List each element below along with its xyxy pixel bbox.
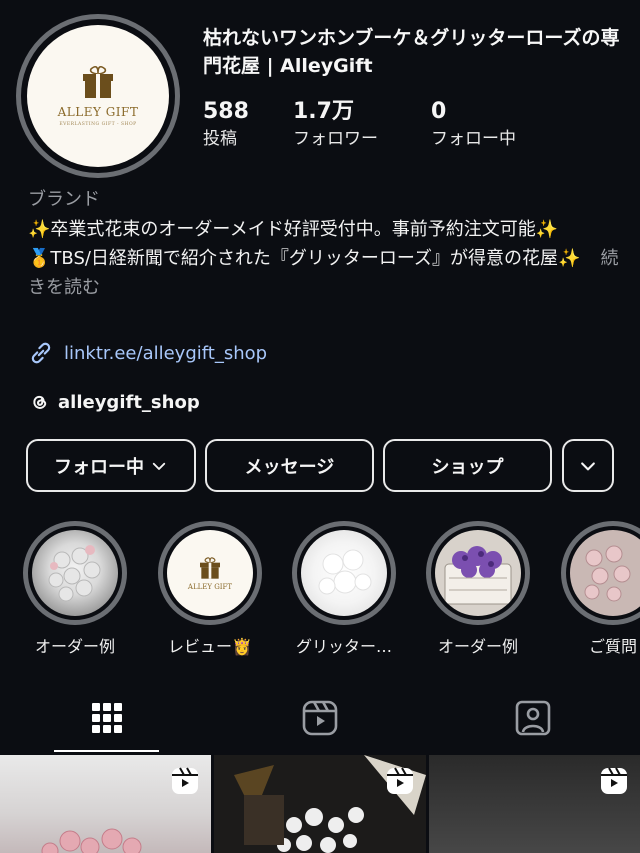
bio-line-2: 🥇TBS/日経新聞で紹介された『グリッターローズ』が得意の花屋✨ 続きを読む — [28, 244, 628, 302]
highlight-ring: ALLEY GIFT — [158, 521, 262, 625]
profile-bio: ✨卒業式花束のオーダーメイド好評受付中。事前予約注文可能✨ 🥇TBS/日経新聞で… — [28, 215, 628, 302]
following-label: フォロー中 — [431, 129, 516, 149]
reel-badge-icon — [601, 767, 627, 794]
tab-tagged[interactable] — [503, 692, 563, 744]
highlight-cover — [570, 530, 640, 616]
post-tile[interactable] — [429, 755, 640, 853]
highlight-label: オーダー例 — [437, 637, 518, 656]
profile-name: 枯れないワンホンブーケ＆グリッターローズの専門花屋 | AlleyGift — [203, 27, 620, 77]
threads-badge[interactable]: alleygift_shop — [28, 391, 200, 413]
tagged-icon — [515, 700, 551, 736]
avatar-image: ALLEY GIFT EVERLASTING GIFT - SHOP — [27, 25, 169, 167]
gift-box-icon — [200, 556, 220, 579]
bio-line-2-text: 🥇TBS/日経新聞で紹介された『グリッターローズ』が得意の花屋✨ — [28, 248, 581, 269]
posts-label: 投稿 — [203, 129, 237, 149]
threads-icon — [33, 395, 47, 409]
gift-box-icon — [83, 65, 113, 98]
stat-posts[interactable]: 588 投稿 — [203, 98, 293, 152]
message-button[interactable]: メッセージ — [205, 439, 374, 492]
highlight-item[interactable]: オーダー例 — [426, 521, 530, 657]
followers-label: フォロワー — [293, 129, 378, 149]
suggested-accounts-button[interactable] — [562, 439, 614, 492]
reel-badge-icon — [387, 767, 413, 794]
post-tile[interactable] — [214, 755, 426, 853]
profile-category: ブランド — [28, 189, 100, 210]
bio-link[interactable]: linktr.ee/alleygift_shop — [28, 340, 267, 366]
highlight-cover — [435, 530, 521, 616]
message-button-label: メッセージ — [244, 456, 335, 478]
highlight-item[interactable]: グリッター… — [292, 521, 396, 657]
threads-handle: alleygift_shop — [58, 391, 200, 413]
highlight-ring — [426, 521, 530, 625]
chevron-down-icon — [581, 461, 595, 470]
highlight-ring — [292, 521, 396, 625]
followers-count: 1.7万 — [293, 99, 354, 124]
highlight-logo-text: ALLEY GIFT — [187, 582, 233, 591]
shop-button-label: ショップ — [431, 456, 504, 478]
highlight-label: ご質問 — [588, 637, 637, 656]
post-tile[interactable] — [0, 755, 211, 853]
highlight-cover — [32, 530, 118, 616]
highlight-ring — [561, 521, 640, 625]
shop-button[interactable]: ショップ — [383, 439, 552, 492]
posts-count: 588 — [203, 99, 249, 124]
profile-stats: 588 投稿 1.7万 フォロワー 0 フォロー中 — [203, 98, 516, 152]
link-icon — [31, 342, 51, 364]
profile-avatar[interactable]: ALLEY GIFT EVERLASTING GIFT - SHOP — [16, 14, 180, 178]
highlight-item[interactable]: ご質問 — [561, 521, 640, 657]
stat-following[interactable]: 0 フォロー中 — [431, 98, 516, 152]
following-count: 0 — [431, 99, 447, 124]
tab-posts[interactable] — [77, 692, 137, 744]
highlight-cover — [301, 530, 387, 616]
highlight-label: オーダー例 — [34, 637, 115, 656]
reel-badge-icon — [172, 767, 198, 794]
active-tab-indicator — [54, 750, 159, 752]
highlight-ring — [23, 521, 127, 625]
grid-icon — [92, 703, 122, 733]
chevron-down-icon — [152, 462, 166, 470]
avatar-logo-text: ALLEY GIFT — [57, 105, 139, 119]
following-button[interactable]: フォロー中 — [26, 439, 196, 492]
bio-link-text: linktr.ee/alleygift_shop — [64, 342, 268, 364]
highlight-item[interactable]: ALLEY GIFT レビュー👸 — [158, 521, 262, 657]
bio-line-1: ✨卒業式花束のオーダーメイド好評受付中。事前予約注文可能✨ — [28, 219, 559, 240]
highlight-item[interactable]: オーダー例 — [23, 521, 127, 657]
avatar-logo-tagline: EVERLASTING GIFT - SHOP — [59, 122, 137, 127]
stat-followers[interactable]: 1.7万 フォロワー — [293, 98, 431, 152]
tab-reels[interactable] — [290, 692, 350, 744]
highlight-cover: ALLEY GIFT — [167, 530, 253, 616]
reels-icon — [302, 700, 338, 736]
following-button-label: フォロー中 — [54, 456, 144, 478]
highlight-label: レビュー👸 — [168, 637, 252, 656]
highlight-label: グリッター… — [295, 637, 392, 656]
